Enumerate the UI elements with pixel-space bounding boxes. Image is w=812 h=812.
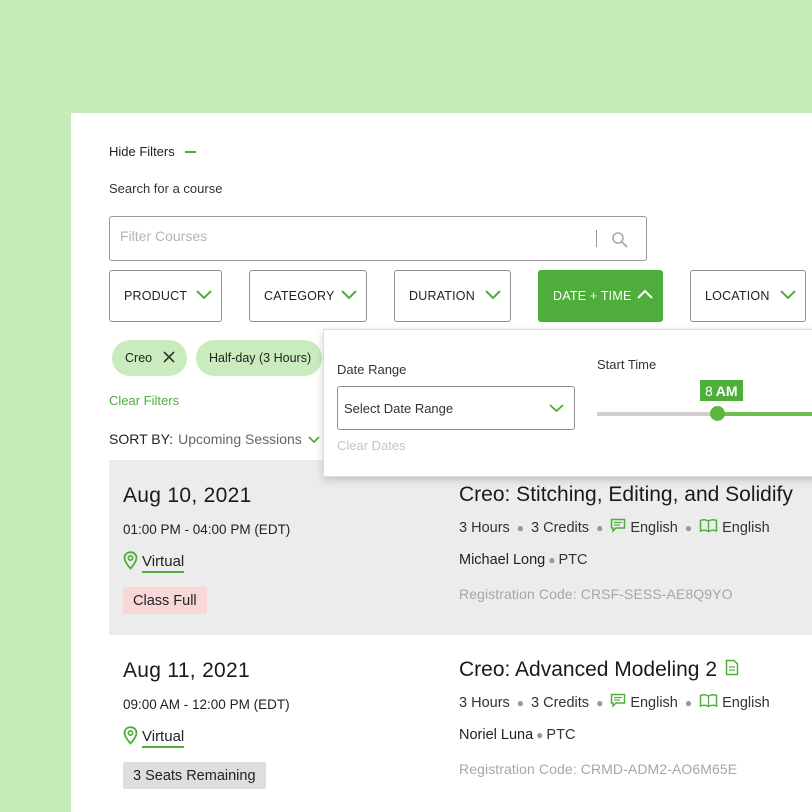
session-row[interactable]: Aug 11, 2021 09:00 AM - 12:00 PM (EDT) V… bbox=[109, 635, 812, 810]
session-language: English bbox=[630, 694, 678, 711]
location-filter-label: LOCATION bbox=[705, 289, 770, 303]
start-time-hour: 8 bbox=[705, 382, 713, 399]
start-time-value-tooltip: 8 AM bbox=[700, 380, 743, 401]
map-pin-icon bbox=[123, 726, 138, 749]
separator-dot: ● bbox=[516, 695, 525, 710]
session-instructor: Noriel Luna ● PTC bbox=[459, 727, 575, 743]
status-badge: Class Full bbox=[123, 587, 207, 614]
session-materials-language: English bbox=[722, 694, 770, 711]
date-time-filter-button[interactable]: DATE + TIME bbox=[538, 270, 663, 322]
chip-label: Half-day (3 Hours) bbox=[209, 351, 312, 365]
status-badge: 3 Seats Remaining bbox=[123, 762, 266, 789]
session-title-text: Creo: Stitching, Editing, and Solidify bbox=[459, 483, 793, 506]
session-language: English bbox=[630, 519, 678, 536]
session-location: Virtual bbox=[123, 726, 185, 749]
session-meta: 3 Hours ● 3 Credits ● English ● English bbox=[459, 693, 770, 712]
session-meta: 3 Hours ● 3 Credits ● English ● English bbox=[459, 518, 770, 537]
search-input[interactable] bbox=[120, 228, 580, 244]
minus-icon bbox=[184, 150, 196, 153]
instructor-org: PTC bbox=[546, 727, 576, 743]
category-filter-label: CATEGORY bbox=[264, 289, 335, 303]
search-label: Search for a course bbox=[109, 181, 223, 196]
separator-dot: ● bbox=[516, 520, 525, 535]
date-range-label: Date Range bbox=[337, 362, 407, 377]
hide-filters-toggle[interactable]: Hide Filters bbox=[109, 144, 196, 159]
session-title[interactable]: Creo: Advanced Modeling 2 bbox=[459, 658, 739, 682]
filter-chip-half-day: Half-day (3 Hours) bbox=[196, 340, 323, 376]
chevron-up-icon bbox=[636, 289, 654, 303]
instructor-name: Noriel Luna bbox=[459, 727, 534, 743]
chevron-down-icon bbox=[548, 401, 565, 416]
course-catalog-panel: Hide Filters Search for a course PRODUCT… bbox=[71, 113, 812, 812]
separator-dot: ● bbox=[596, 520, 604, 535]
chevron-down-icon bbox=[195, 289, 213, 303]
location-label: Virtual bbox=[142, 728, 185, 748]
date-range-placeholder: Select Date Range bbox=[344, 400, 454, 416]
map-pin-icon bbox=[123, 551, 138, 574]
filter-chip-creo: Creo bbox=[112, 340, 188, 376]
instructor-name: Michael Long bbox=[459, 552, 546, 568]
sort-by-control[interactable]: SORT BY: Upcoming Sessions bbox=[109, 431, 321, 447]
search-icon[interactable] bbox=[611, 231, 629, 254]
session-credits: 3 Credits bbox=[531, 519, 590, 536]
session-duration: 3 Hours bbox=[459, 694, 510, 711]
session-credits: 3 Credits bbox=[531, 694, 590, 711]
book-icon bbox=[699, 693, 718, 712]
registration-code: Registration Code: CRMD-ADM2-AO6M65E bbox=[459, 761, 738, 777]
start-time-slider-handle[interactable] bbox=[710, 406, 725, 421]
sort-by-value: Upcoming Sessions bbox=[178, 431, 302, 447]
chevron-down-icon bbox=[307, 431, 321, 447]
session-location: Virtual bbox=[123, 551, 185, 574]
duration-filter-label: DURATION bbox=[409, 289, 475, 303]
product-filter-button[interactable]: PRODUCT bbox=[109, 270, 222, 322]
duration-filter-button[interactable]: DURATION bbox=[394, 270, 511, 322]
speech-bubble-icon bbox=[610, 693, 626, 712]
chevron-down-icon bbox=[779, 289, 797, 303]
session-date: Aug 10, 2021 bbox=[123, 484, 252, 507]
separator-dot: ● bbox=[536, 728, 544, 742]
session-time: 09:00 AM - 12:00 PM (EDT) bbox=[123, 697, 290, 712]
clear-dates-link[interactable]: Clear Dates bbox=[337, 438, 406, 453]
product-filter-label: PRODUCT bbox=[124, 289, 188, 303]
session-row[interactable]: Aug 10, 2021 01:00 PM - 04:00 PM (EDT) V… bbox=[109, 460, 812, 635]
separator-dot: ● bbox=[684, 520, 693, 535]
registration-code: Registration Code: CRSF-SESS-AE8Q9YO bbox=[459, 586, 733, 602]
separator-dot: ● bbox=[684, 695, 693, 710]
session-title-text: Creo: Advanced Modeling 2 bbox=[459, 658, 717, 681]
chip-label: Creo bbox=[125, 351, 153, 365]
start-time-label: Start Time bbox=[597, 357, 657, 372]
instructor-org: PTC bbox=[558, 552, 588, 568]
session-time: 01:00 PM - 04:00 PM (EDT) bbox=[123, 522, 291, 537]
start-time-period: AM bbox=[715, 382, 738, 399]
document-icon[interactable] bbox=[725, 658, 739, 682]
date-time-dropdown: Date Range Select Date Range Clear Dates… bbox=[323, 329, 812, 477]
clear-filters-link[interactable]: Clear Filters bbox=[109, 393, 179, 408]
book-icon bbox=[699, 518, 718, 537]
location-label: Virtual bbox=[142, 553, 185, 573]
separator-dot: ● bbox=[548, 553, 556, 567]
category-filter-button[interactable]: CATEGORY bbox=[249, 270, 367, 322]
search-divider bbox=[596, 230, 597, 247]
session-duration: 3 Hours bbox=[459, 519, 510, 536]
sort-by-label: SORT BY: bbox=[109, 431, 174, 447]
location-filter-button[interactable]: LOCATION bbox=[690, 270, 806, 322]
start-time-slider-fill bbox=[716, 412, 812, 416]
session-instructor: Michael Long ● PTC bbox=[459, 552, 588, 568]
search-box bbox=[109, 216, 647, 261]
chevron-down-icon bbox=[340, 289, 358, 303]
chevron-down-icon bbox=[484, 289, 502, 303]
session-title[interactable]: Creo: Stitching, Editing, and Solidify bbox=[459, 483, 793, 507]
separator-dot: ● bbox=[596, 695, 604, 710]
session-materials-language: English bbox=[722, 519, 770, 536]
speech-bubble-icon bbox=[610, 518, 626, 537]
close-icon[interactable] bbox=[162, 350, 176, 367]
session-date: Aug 11, 2021 bbox=[123, 659, 250, 682]
date-time-filter-label: DATE + TIME bbox=[553, 289, 632, 303]
hide-filters-label: Hide Filters bbox=[109, 144, 175, 159]
date-range-select[interactable]: Select Date Range bbox=[337, 386, 575, 430]
